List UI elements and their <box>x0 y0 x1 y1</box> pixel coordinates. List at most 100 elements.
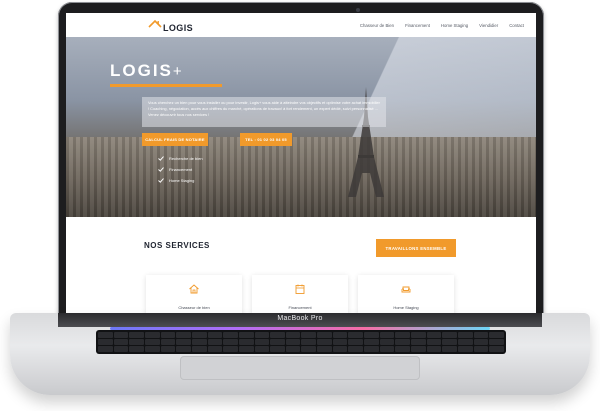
site-logo[interactable]: LOGIS <box>148 17 193 33</box>
keyboard-key <box>238 332 254 338</box>
keyboard-key <box>113 332 129 338</box>
keyboard-key <box>254 346 270 352</box>
hero-checklist: Recherche de bien Financement Home Stagi… <box>158 153 203 186</box>
service-card-label: Chasseur de bien <box>178 305 210 310</box>
keyboard-key <box>379 332 395 338</box>
keyboard-key <box>98 339 113 345</box>
keyboard-key <box>395 339 411 345</box>
keyboard-key <box>426 339 442 345</box>
keyboard-key <box>285 339 301 345</box>
keyboard-key <box>144 346 160 352</box>
keyboard-key <box>191 346 207 352</box>
check-icon <box>158 167 164 172</box>
keyboard-key <box>395 332 411 338</box>
checklist-label: Home Staging <box>169 178 195 183</box>
keyboard-key <box>223 346 238 352</box>
browser-viewport: LOGIS Chasseur de Bien Financement Home … <box>66 13 536 313</box>
keyboard-key <box>270 339 285 345</box>
nav-link-financement[interactable]: Financement <box>405 23 430 28</box>
logo-text: LOGIS <box>163 23 194 33</box>
service-card-chasseur[interactable]: Chasseur de bien <box>146 275 242 313</box>
keyboard-key <box>348 339 364 345</box>
keyboard-key <box>395 346 411 352</box>
keyboard-key <box>207 339 223 345</box>
model-label: MacBook Pro <box>277 315 323 322</box>
keyboard-key <box>191 332 207 338</box>
nav-link-home-staging[interactable]: Home Staging <box>441 23 468 28</box>
keyboard-key <box>98 332 113 338</box>
keyboard-key <box>332 332 348 338</box>
keyboard-key <box>379 339 395 345</box>
keyboard-key <box>144 339 160 345</box>
keyboard-key <box>411 339 426 345</box>
keyboard-key <box>364 332 379 338</box>
keyboard-key <box>473 346 489 352</box>
keyboard-key <box>176 339 191 345</box>
checklist-item: Home Staging <box>158 175 203 186</box>
service-card-financement[interactable]: Financement <box>252 275 348 313</box>
keyboard-key <box>348 346 364 352</box>
checklist-label: Recherche de bien <box>169 156 203 161</box>
keyboard-key <box>301 332 317 338</box>
keyboard-key <box>270 332 285 338</box>
work-together-button[interactable]: TRAVAILLONS ENSEMBLE <box>376 239 456 257</box>
nav-link-contact[interactable]: Contact <box>509 23 524 28</box>
keyboard-key <box>176 346 191 352</box>
keyboard-key <box>426 332 442 338</box>
keyboard-key <box>473 332 489 338</box>
keyboard-key <box>238 339 254 345</box>
keyboard-key <box>301 339 317 345</box>
main-menu: Chasseur de Bien Financement Home Stagin… <box>360 13 524 37</box>
keyboard-key <box>348 332 364 338</box>
keyboard-key <box>364 339 379 345</box>
keyboard-key <box>223 339 238 345</box>
hero-title-plus: + <box>172 63 184 80</box>
keyboard-key <box>332 339 348 345</box>
keyboard-key <box>458 332 473 338</box>
keyboard-key <box>411 346 426 352</box>
camera <box>356 8 360 12</box>
keyboard-key <box>442 346 458 352</box>
keyboard-key <box>223 332 238 338</box>
service-card-home-staging[interactable]: Home Staging <box>358 275 454 313</box>
keyboard-key <box>317 332 332 338</box>
calendar-icon <box>295 284 305 294</box>
keyboard-key <box>98 346 113 352</box>
keyboard-key <box>144 332 160 338</box>
keyboard-key <box>332 346 348 352</box>
keyboard-key <box>411 332 426 338</box>
hero-title-text: LOGIS <box>110 61 173 80</box>
keyboard-key <box>207 346 223 352</box>
sofa-icon <box>401 286 411 293</box>
keyboard-key <box>285 346 301 352</box>
keyboard-key <box>176 332 191 338</box>
checklist-label: Financement <box>169 167 193 172</box>
keyboard-key <box>254 332 270 338</box>
keyboard-key <box>489 332 504 338</box>
house-roof-icon <box>148 19 162 33</box>
keyboard-key <box>489 346 504 352</box>
keyboard-key <box>285 332 301 338</box>
service-card-label: Home Staging <box>393 305 419 310</box>
calc-notary-fees-button[interactable]: CALCUL FRAIS DE NOTAIRE <box>142 133 208 146</box>
checklist-item: Financement <box>158 164 203 175</box>
nav-link-chasseur[interactable]: Chasseur de Bien <box>360 23 394 28</box>
keyboard-key <box>129 339 144 345</box>
check-icon <box>158 178 164 183</box>
keyboard-key <box>238 346 254 352</box>
nav-link-viendidier[interactable]: Viendidier <box>479 23 498 28</box>
keyboard-key <box>191 339 207 345</box>
keyboard-key <box>317 346 332 352</box>
hero-section: LOGIS+ Vous cherchez un bien pour vous i… <box>66 37 536 217</box>
keyboard <box>96 330 506 354</box>
phone-button[interactable]: TEL : 01 02 03 04 05 <box>240 133 292 146</box>
home-icon <box>189 284 199 294</box>
keyboard-key <box>207 332 223 338</box>
keyboard-key <box>160 346 176 352</box>
keyboard-key <box>160 339 176 345</box>
keyboard-key <box>458 339 473 345</box>
keyboard-key <box>113 339 129 345</box>
keyboard-key <box>301 346 317 352</box>
keyboard-key <box>489 339 504 345</box>
hero-underline <box>110 84 222 87</box>
